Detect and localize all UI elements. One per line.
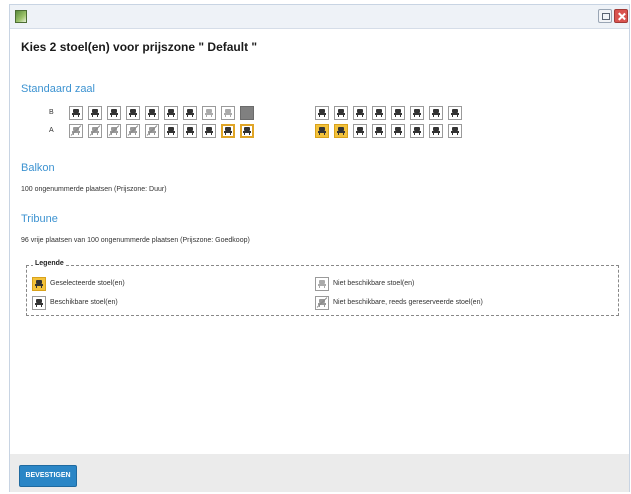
seat-icon [205, 109, 213, 117]
seat-b-13[interactable] [353, 106, 367, 120]
close-icon[interactable] [614, 9, 628, 23]
seat-b-5[interactable] [145, 106, 159, 120]
seat-b-15[interactable] [391, 106, 405, 120]
seat-icon [224, 127, 232, 135]
seat-a-18[interactable] [448, 124, 462, 138]
seat-a-12[interactable] [334, 124, 348, 138]
seat-icon [224, 109, 232, 117]
seat-icon [337, 127, 345, 135]
seat-icon [72, 109, 80, 117]
seat-b-4[interactable] [126, 106, 140, 120]
seat-a-4 [126, 124, 140, 138]
seat-icon [394, 127, 402, 135]
seat-b-17[interactable] [429, 106, 443, 120]
seat-b-1[interactable] [69, 106, 83, 120]
seat-a-8[interactable] [202, 124, 216, 138]
seat-icon [148, 127, 156, 135]
app-icon [15, 10, 27, 23]
seat-b-9 [221, 106, 235, 120]
seat-icon [356, 109, 364, 117]
seat-icon [432, 127, 440, 135]
section-title-balkon: Balkon [21, 162, 55, 174]
seat-a-15[interactable] [391, 124, 405, 138]
seat-icon [413, 109, 421, 117]
seat-b-12[interactable] [334, 106, 348, 120]
tribune-info: 96 vrije plaatsen van 100 ongenummerde p… [21, 237, 250, 244]
seat-a-7[interactable] [183, 124, 197, 138]
seat-b-3[interactable] [107, 106, 121, 120]
seat-icon [356, 127, 364, 135]
legend: Legende Geselecteerde stoel(en) Beschikb… [26, 260, 619, 316]
seat-icon [243, 127, 251, 135]
row-label-b: B [49, 109, 54, 116]
seat-a-3 [107, 124, 121, 138]
legend-label: Beschikbare stoel(en) [50, 299, 118, 306]
seat-a-16[interactable] [410, 124, 424, 138]
row-label-a: A [49, 127, 54, 134]
seat-icon [110, 109, 118, 117]
seat-b-14[interactable] [372, 106, 386, 120]
legend-label: Niet beschikbare, reeds gereserveerde st… [333, 299, 483, 306]
seat-a-6[interactable] [164, 124, 178, 138]
seat-a-1 [69, 124, 83, 138]
seat-a-14[interactable] [372, 124, 386, 138]
seat-icon-available [32, 296, 46, 310]
section-title-tribune: Tribune [21, 213, 58, 225]
seat-icon [375, 109, 383, 117]
seat-icon [129, 127, 137, 135]
seat-icon [167, 127, 175, 135]
seat-icon [186, 109, 194, 117]
seat-b-11[interactable] [315, 106, 329, 120]
title-bar [10, 5, 629, 29]
seat-icon [110, 127, 118, 135]
seat-icon [148, 109, 156, 117]
dialog-window: Kies 2 stoel(en) voor prijszone " Defaul… [9, 4, 630, 492]
seat-icon-unavailable [315, 277, 329, 291]
seat-a-10[interactable] [240, 124, 254, 138]
confirm-button[interactable]: BEVESTIGEN [19, 465, 77, 487]
seat-icon [186, 127, 194, 135]
seat-icon [375, 127, 383, 135]
seat-icon [318, 109, 326, 117]
seat-b-10 [240, 106, 254, 120]
seat-icon [432, 109, 440, 117]
seat-icon [451, 109, 459, 117]
seat-a-17[interactable] [429, 124, 443, 138]
seat-icon [72, 127, 80, 135]
legend-label: Niet beschikbare stoel(en) [333, 280, 415, 287]
seat-a-2 [88, 124, 102, 138]
seat-b-6[interactable] [164, 106, 178, 120]
legend-label: Geselecteerde stoel(en) [50, 280, 125, 287]
section-title-standaard-zaal: Standaard zaal [21, 83, 95, 95]
seat-icon [91, 127, 99, 135]
dialog-footer: BEVESTIGEN [10, 454, 629, 492]
seat-b-7[interactable] [183, 106, 197, 120]
seat-icon [337, 109, 345, 117]
seat-a-13[interactable] [353, 124, 367, 138]
balkon-info: 100 ongenummerde plaatsen (Prijszone: Du… [21, 186, 167, 193]
seat-a-11[interactable] [315, 124, 329, 138]
seat-b-2[interactable] [88, 106, 102, 120]
legend-title: Legende [33, 260, 66, 267]
seat-b-16[interactable] [410, 106, 424, 120]
seat-icon [129, 109, 137, 117]
restore-icon[interactable] [598, 9, 612, 23]
seat-icon [318, 127, 326, 135]
seat-a-5 [145, 124, 159, 138]
seat-icon [91, 109, 99, 117]
seat-b-18[interactable] [448, 106, 462, 120]
seat-icon [167, 109, 175, 117]
seat-icon-reserved [315, 296, 329, 310]
seat-a-9[interactable] [221, 124, 235, 138]
seat-b-8 [202, 106, 216, 120]
seat-icon [394, 109, 402, 117]
seat-icon [205, 127, 213, 135]
seat-icon [451, 127, 459, 135]
seat-icon [413, 127, 421, 135]
page-title: Kies 2 stoel(en) voor prijszone " Defaul… [21, 40, 258, 54]
seat-icon-selected [32, 277, 46, 291]
